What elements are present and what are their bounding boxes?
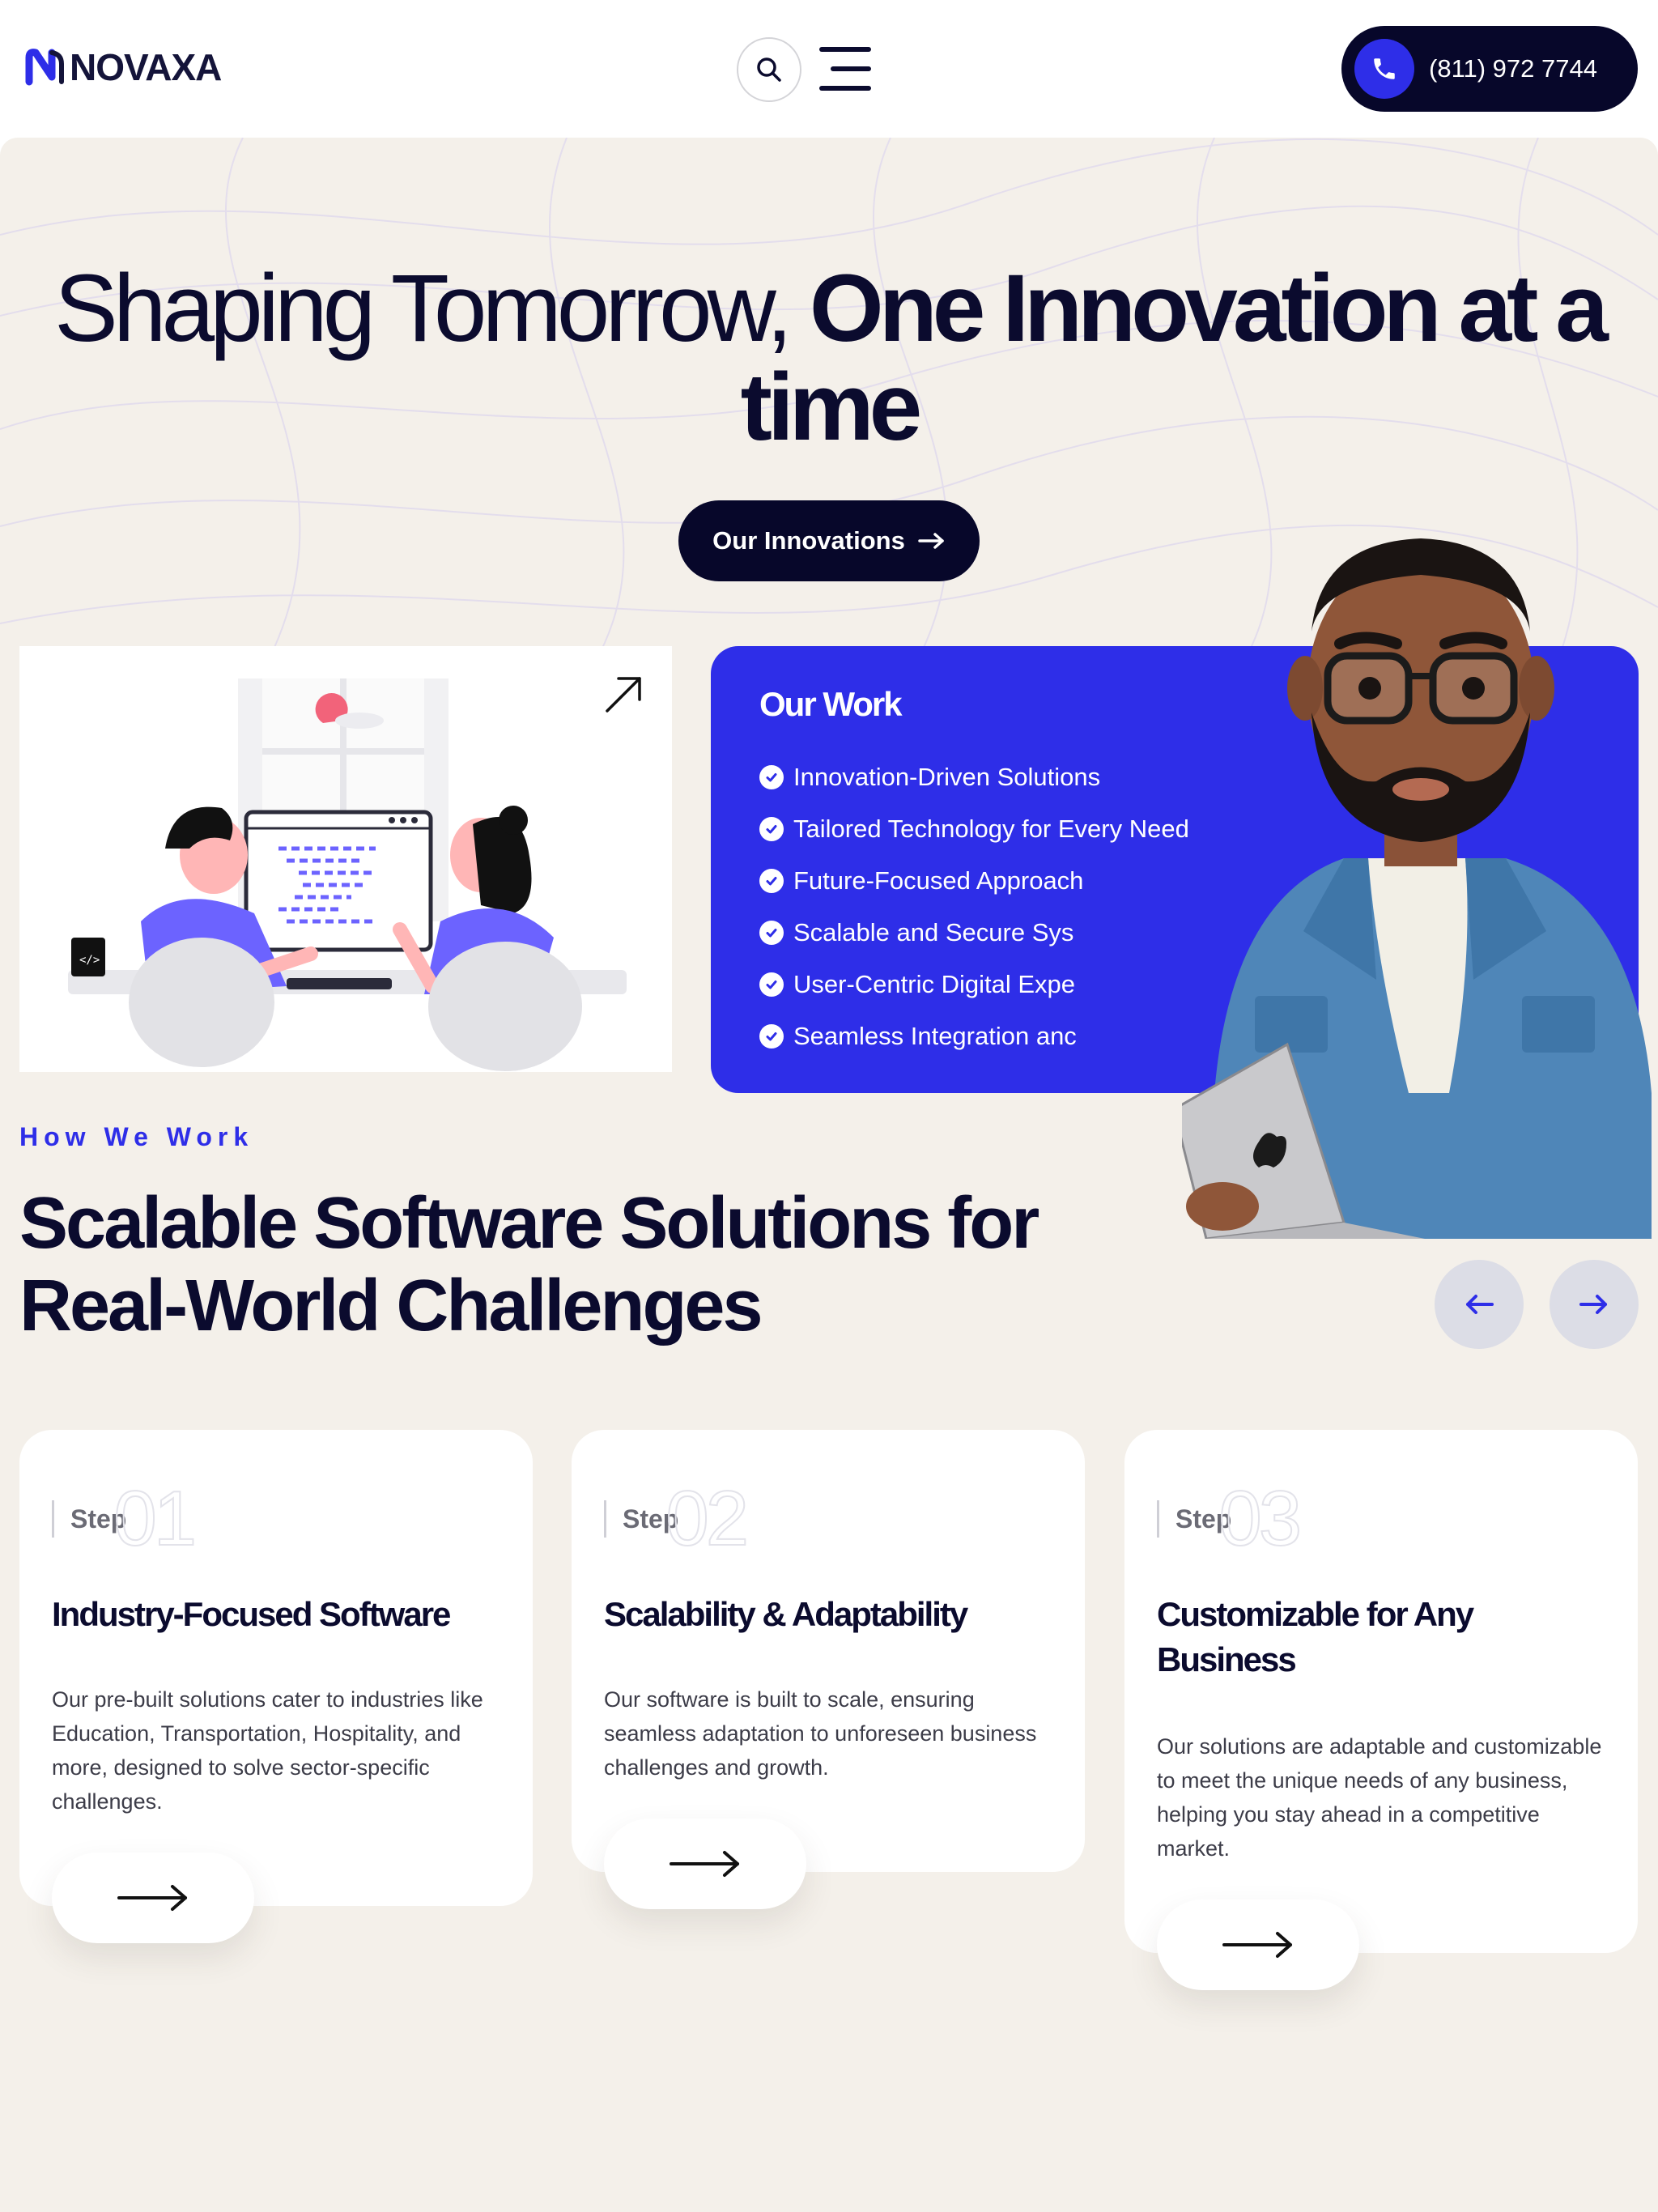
step-description: Our pre-built solutions cater to industr… [52,1687,483,1814]
arrow-right-icon [117,1885,187,1911]
our-work-item: Innovation-Driven Solutions [759,751,1189,803]
arrow-right-icon [1579,1295,1607,1314]
step-heading: Customizable for Any Business [1157,1595,1474,1678]
step-label: Step 02 [604,1475,750,1562]
search-button[interactable] [737,37,801,102]
main-content: Shaping Tomorrow, One Innovation at a ti… [0,138,1658,2212]
search-icon [757,57,781,82]
phone-icon [1374,58,1395,79]
phone-number: (811) 972 7744 [1429,54,1597,83]
menu-line [819,47,871,52]
phone-icon-circle [1354,39,1414,99]
arrow-up-right-icon [606,677,641,713]
our-work-item-label: Future-Focused Approach [793,866,1084,895]
section-title: Scalable Software Solutions for Real-Wor… [19,1183,1039,1346]
logo[interactable]: NOVAXA [24,45,222,89]
our-work-item: Tailored Technology for Every Need [759,803,1189,855]
step-arrow-button[interactable] [52,1853,254,1943]
phone-button[interactable]: (811) 972 7744 [1341,26,1638,112]
svg-text:</>: </> [79,954,100,967]
step-description: Our software is built to scale, ensuring… [604,1687,1037,1780]
step-description: Our solutions are adaptable and customiz… [1157,1734,1602,1861]
arrow-right-icon [1222,1932,1292,1958]
step-divider [604,1500,606,1538]
step-number: 02 [665,1475,750,1562]
check-circle-icon [759,765,784,789]
check-circle-icon [759,921,784,945]
our-work-item: Seamless Integration anc [759,1010,1189,1062]
our-innovations-button[interactable]: Our Innovations [678,500,980,581]
check-circle-icon [759,869,784,893]
site-header: NOVAXA (811) 972 7744 [0,0,1658,138]
arrow-right-icon [670,1851,739,1877]
our-work-item-label: User-Centric Digital Expe [793,970,1075,998]
logo-text: NOVAXA [70,46,222,88]
step-number: 03 [1218,1475,1303,1562]
illustration-card[interactable]: </> [19,646,672,1072]
step-card: Step 01 Industry-Focused Software Our pr… [19,1430,533,1943]
arrow-right-icon [918,533,944,549]
step-card: Step 02 Scalability & Adaptability Our s… [572,1430,1085,1909]
arrow-left-icon [1466,1295,1494,1314]
hero-title-bold: One Innovation at a time [740,255,1609,461]
our-work-item-label: Tailored Technology for Every Need [793,815,1189,843]
section-eyebrow: How We Work [19,1122,254,1151]
our-work-item: User-Centric Digital Expe [759,959,1189,1010]
hero-title: Shaping Tomorrow, One Innovation at a ti… [49,259,1609,457]
developer-avatar-illustration [1182,538,1652,1239]
step-heading: Scalability & Adaptability [604,1595,968,1633]
hamburger-menu-button[interactable] [819,47,871,91]
check-circle-icon [759,1024,784,1049]
logo-mark-icon [25,49,64,86]
carousel-prev-button[interactable] [1435,1260,1524,1349]
step-divider [1157,1500,1159,1538]
step-heading: Industry-Focused Software [52,1595,451,1633]
our-work-item-label: Seamless Integration anc [793,1022,1077,1050]
check-circle-icon [759,972,784,997]
menu-line [831,66,871,71]
step-arrow-button[interactable] [604,1819,806,1909]
developers-illustration: </> [68,678,627,1071]
our-work-item: Future-Focused Approach [759,855,1189,907]
hero-title-light: Shaping Tomorrow, [54,255,810,362]
carousel-next-button[interactable] [1550,1260,1639,1349]
cta-label: Our Innovations [712,526,905,555]
step-label: Step 03 [1157,1475,1303,1562]
check-circle-icon [759,817,784,841]
step-divider [52,1500,54,1538]
our-work-item: Scalable and Secure Sys [759,907,1189,959]
step-card: Step 03 Customizable for Any Business Ou… [1124,1430,1638,1990]
our-work-item-label: Innovation-Driven Solutions [793,763,1101,791]
our-work-list: Innovation-Driven Solutions Tailored Tec… [759,751,1189,1062]
menu-line [819,86,871,91]
step-arrow-button[interactable] [1157,1899,1359,1990]
step-label: Step 01 [52,1475,198,1562]
step-number: 01 [113,1475,198,1562]
our-work-item-label: Scalable and Secure Sys [793,918,1074,946]
our-work-title: Our Work [759,685,903,723]
